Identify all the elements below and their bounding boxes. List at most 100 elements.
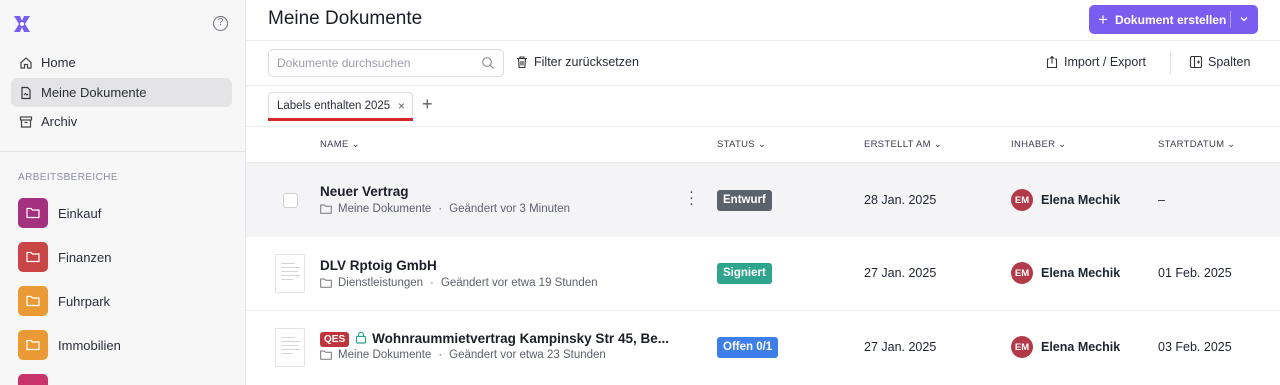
- document-thumbnail: [275, 328, 305, 367]
- close-icon[interactable]: ×: [398, 99, 405, 113]
- owner: EM Elena Mechik: [1011, 189, 1120, 211]
- document-thumbnail: [275, 254, 305, 293]
- row-checkbox[interactable]: [283, 193, 298, 208]
- document-meta: Meine Dokumente · Geändert vor etwa 23 S…: [320, 349, 606, 361]
- folder-icon: [320, 278, 332, 288]
- created-date: 28 Jan. 2025: [864, 193, 937, 207]
- document-folder: Dienstleistungen: [338, 277, 424, 289]
- app-logo-icon[interactable]: [10, 12, 34, 36]
- home-icon: [20, 56, 32, 69]
- avatar: EM: [1011, 189, 1033, 211]
- sidebar-divider: [0, 151, 246, 152]
- sidebar-item-label: Archiv: [41, 114, 78, 129]
- owner-name: Elena Mechik: [1041, 340, 1121, 354]
- sidebar-item-meine-dokumente[interactable]: Meine Dokumente: [11, 78, 232, 107]
- sidebar: ? Home Meine Dokumente Archiv ARBEITSBER…: [0, 0, 246, 385]
- import-export-label: Import / Export: [1064, 55, 1146, 69]
- page-title: Meine Dokumente: [268, 8, 423, 29]
- workspace-item-finanzen[interactable]: Finanzen: [18, 242, 111, 272]
- search-icon[interactable]: [481, 56, 495, 70]
- document-icon: [21, 86, 31, 99]
- workspace-label: Immobilien: [58, 337, 121, 353]
- start-date: –: [1158, 193, 1165, 207]
- column-header-owner[interactable]: INHABER ⌄: [1011, 139, 1067, 150]
- chevron-down-icon: ⌄: [1227, 139, 1236, 150]
- workspace-item-einkauf[interactable]: Einkauf: [18, 198, 101, 228]
- header-divider: [246, 40, 1280, 41]
- document-meta: Meine Dokumente · Geändert vor 3 Minuten: [320, 203, 570, 215]
- owner: EM Elena Mechik: [1011, 336, 1120, 358]
- status-badge: Offen 0/1: [717, 337, 779, 358]
- column-header-start[interactable]: STARTDATUM ⌄: [1158, 139, 1236, 150]
- start-date: 03 Feb. 2025: [1158, 340, 1232, 354]
- main-content: Meine Dokumente + Dokument erstellen Dok…: [246, 0, 1280, 385]
- active-tab-indicator: [268, 118, 413, 121]
- create-document-label: Dokument erstellen: [1114, 12, 1227, 27]
- table-row[interactable]: QES Wohnraummietvertrag Kampinsky Str 45,…: [246, 311, 1280, 385]
- workspace-label: Einkauf: [58, 205, 102, 221]
- meta-separator: ·: [438, 203, 443, 215]
- folder-icon: [18, 374, 48, 385]
- chevron-down-icon: ⌄: [1058, 139, 1067, 150]
- columns-button[interactable]: Spalten: [1189, 55, 1250, 69]
- lock-icon: [356, 331, 367, 344]
- reset-filter-label: Filter zurücksetzen: [534, 55, 639, 69]
- workspace-label: Finanzen: [58, 249, 112, 265]
- workspace-item-partial[interactable]: [18, 374, 58, 385]
- help-icon[interactable]: ?: [213, 16, 228, 31]
- sidebar-item-archiv[interactable]: Archiv: [11, 107, 232, 136]
- column-header-label: ERSTELLT AM: [864, 139, 931, 150]
- column-header-created[interactable]: ERSTELLT AM ⌄: [864, 139, 942, 150]
- sidebar-item-label: Home: [41, 55, 76, 70]
- workspace-item-immobilien[interactable]: Immobilien: [18, 330, 121, 360]
- folder-icon: [18, 198, 48, 228]
- plus-icon: +: [1098, 10, 1108, 29]
- start-date: 01 Feb. 2025: [1158, 266, 1232, 280]
- table-row[interactable]: Neuer Vertrag Meine Dokumente · Geändert…: [246, 163, 1280, 237]
- document-folder: Meine Dokumente: [338, 203, 432, 215]
- folder-icon: [320, 204, 332, 214]
- import-export-button[interactable]: Import / Export: [1045, 55, 1146, 69]
- toolbar-divider-line: [246, 85, 1280, 86]
- toolbar-divider: [1170, 52, 1171, 74]
- button-divider: [1230, 11, 1231, 28]
- owner-name: Elena Mechik: [1041, 193, 1121, 207]
- column-header-status[interactable]: STATUS ⌄: [717, 139, 766, 150]
- archive-icon: [19, 115, 33, 128]
- qes-badge: QES: [320, 332, 350, 347]
- chevron-down-icon[interactable]: [1239, 13, 1249, 25]
- import-export-icon: [1046, 55, 1058, 69]
- document-name[interactable]: DLV Rptoig GmbH: [320, 258, 437, 273]
- folder-icon: [18, 286, 48, 316]
- status-badge: Signiert: [717, 263, 772, 284]
- section-label-workspaces: ARBEITSBEREICHE: [18, 172, 118, 183]
- document-name[interactable]: Neuer Vertrag: [320, 184, 409, 199]
- owner: EM Elena Mechik: [1011, 262, 1120, 284]
- document-name[interactable]: Wohnraummietvertrag Kampinsky Str 45, Be…: [372, 331, 669, 346]
- column-header-name[interactable]: NAME ⌄: [320, 139, 360, 150]
- search-input[interactable]: Dokumente durchsuchen: [268, 49, 504, 77]
- create-document-button[interactable]: + Dokument erstellen: [1089, 5, 1258, 34]
- tabs-divider: [246, 126, 1280, 127]
- filter-chip-labels-2025[interactable]: Labels enthalten 2025 ×: [268, 92, 413, 119]
- created-date: 27 Jan. 2025: [864, 340, 937, 354]
- folder-icon: [320, 350, 332, 360]
- table-row[interactable]: DLV Rptoig GmbH Dienstleistungen · Geänd…: [246, 237, 1280, 311]
- workspace-item-fuhrpark[interactable]: Fuhrpark: [18, 286, 110, 316]
- reset-filter-button[interactable]: Filter zurücksetzen: [515, 55, 639, 69]
- document-name-line[interactable]: QES Wohnraummietvertrag Kampinsky Str 45,…: [320, 331, 669, 347]
- filter-chip-label: Labels enthalten 2025: [277, 100, 391, 112]
- document-changed: Geändert vor etwa 23 Stunden: [449, 349, 606, 361]
- document-changed: Geändert vor etwa 19 Stunden: [440, 277, 598, 289]
- columns-label: Spalten: [1208, 55, 1251, 69]
- owner-name: Elena Mechik: [1041, 266, 1121, 280]
- columns-icon: [1189, 55, 1203, 69]
- document-meta: Dienstleistungen · Geändert vor etwa 19 …: [320, 277, 598, 289]
- sidebar-item-home[interactable]: Home: [11, 48, 232, 77]
- column-header-label: STARTDATUM: [1158, 139, 1225, 150]
- chevron-down-icon: ⌄: [351, 139, 360, 150]
- more-options-icon[interactable]: · · ·: [689, 184, 694, 211]
- add-filter-tab-button[interactable]: +: [422, 94, 433, 115]
- column-header-label: INHABER: [1011, 139, 1056, 150]
- column-header-label: NAME: [320, 139, 349, 150]
